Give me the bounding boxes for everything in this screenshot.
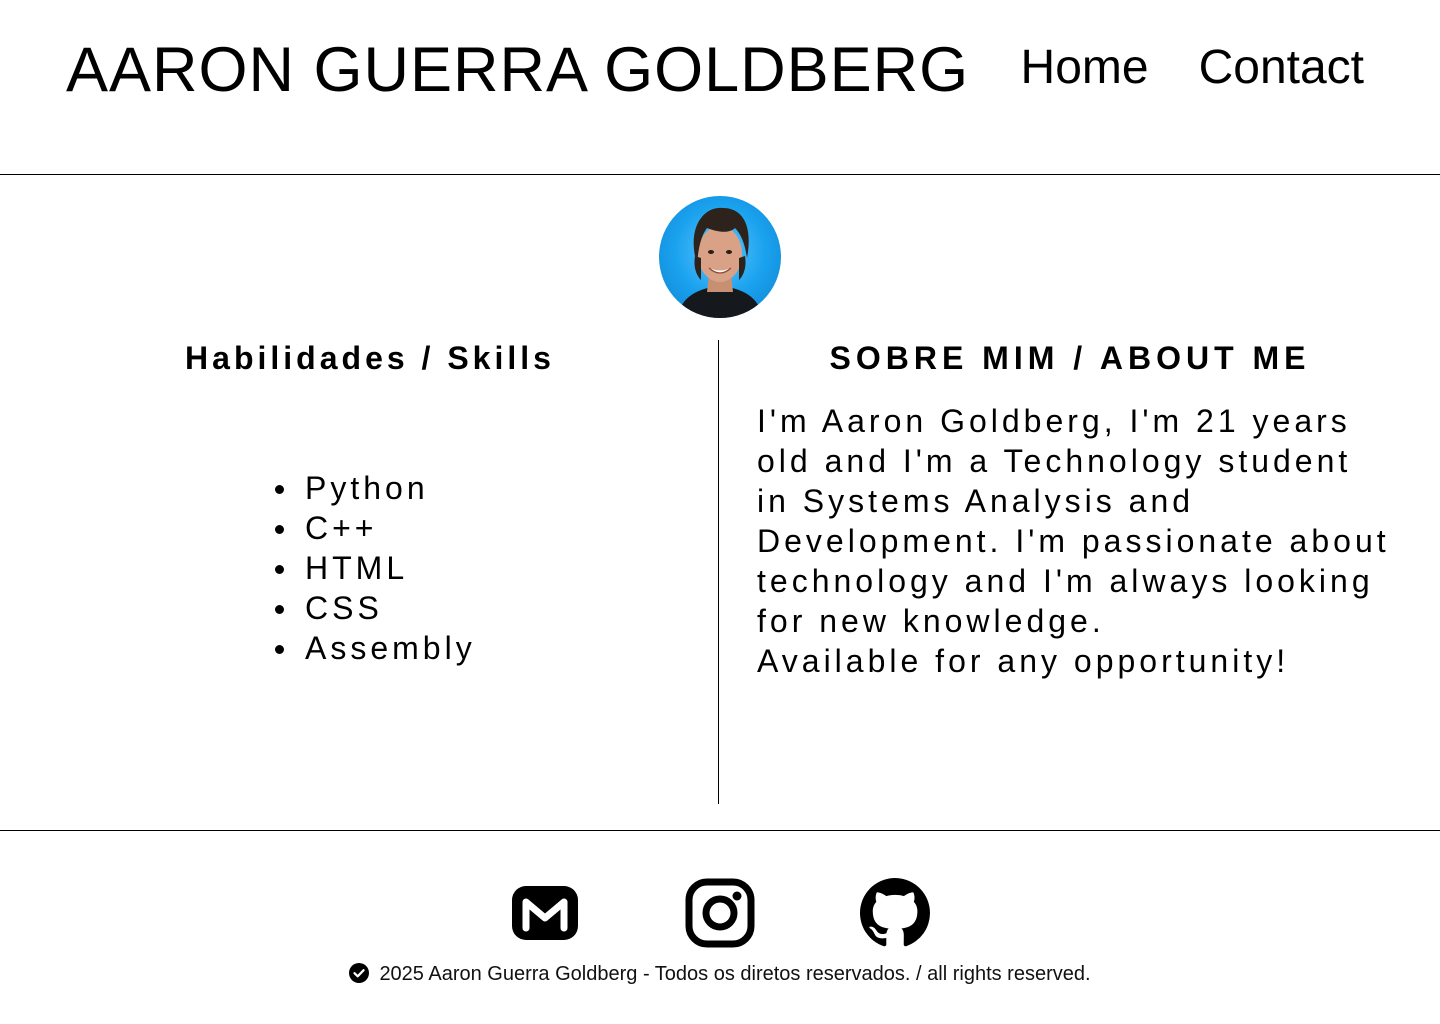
check-circle-icon — [349, 963, 370, 989]
header-divider — [0, 174, 1440, 175]
skill-item: Python — [275, 468, 476, 508]
column-divider — [718, 340, 719, 804]
site-footer: 2025 Aaron Guerra Goldberg - Todos os di… — [0, 962, 1440, 989]
skill-item: Assembly — [275, 628, 476, 668]
site-title: AARON GUERRA GOLDBERG — [66, 35, 970, 105]
profile-photo — [659, 196, 781, 318]
skill-item: HTML — [275, 548, 476, 588]
skill-item: C++ — [275, 508, 476, 548]
about-closing: Available for any opportunity! — [757, 643, 1290, 679]
gmail-icon[interactable] — [510, 878, 580, 948]
copyright-text: 2025 Aaron Guerra Goldberg - Todos os di… — [379, 963, 1091, 985]
skill-item: CSS — [275, 588, 476, 628]
skills-heading: Habilidades / Skills — [185, 340, 555, 376]
social-links — [0, 878, 1440, 948]
github-icon[interactable] — [860, 878, 930, 948]
profile-photo-illustration — [677, 207, 763, 318]
nav-home-link[interactable]: Home — [1021, 40, 1149, 96]
nav-contact-link[interactable]: Contact — [1199, 40, 1364, 96]
instagram-icon[interactable] — [685, 878, 755, 948]
about-paragraph: I'm Aaron Goldberg, I'm 21 years old and… — [757, 403, 1390, 639]
about-text: I'm Aaron Goldberg, I'm 21 years old and… — [757, 401, 1397, 681]
footer-divider — [0, 830, 1440, 831]
about-heading: SOBRE MIM / ABOUT ME — [829, 340, 1311, 376]
main-nav: Home Contact — [1021, 40, 1364, 96]
skills-list: Python C++ HTML CSS Assembly — [275, 468, 476, 668]
